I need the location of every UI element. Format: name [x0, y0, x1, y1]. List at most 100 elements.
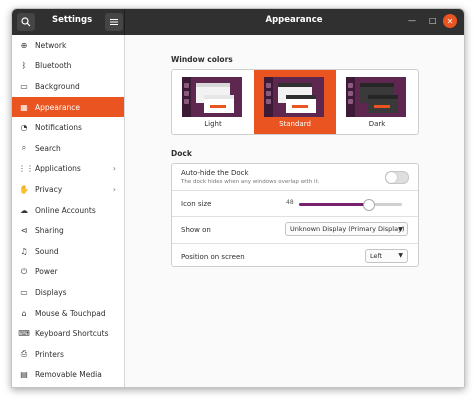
search-button[interactable]	[17, 13, 35, 31]
online-accounts-icon: ☁	[20, 205, 28, 215]
sidebar-item-label: Online Accounts	[35, 205, 96, 215]
sidebar-item-label: Appearance	[35, 102, 81, 112]
printers-icon: ⎙	[20, 349, 28, 359]
slider-fill	[299, 202, 368, 206]
sidebar-item-background[interactable]: ▭ Background	[12, 76, 124, 97]
chevron-right-icon: ›	[112, 184, 116, 194]
sidebar-item-label: Privacy	[35, 184, 63, 194]
window-colors-selector: Light Standard Dark	[171, 69, 419, 135]
sidebar-item-sound[interactable]: ♫ Sound	[12, 241, 124, 262]
background-icon: ▭	[20, 81, 28, 91]
sidebar-item-network[interactable]: ⊕ Network	[12, 35, 124, 56]
sidebar-item-label: Sharing	[35, 226, 64, 236]
bluetooth-icon: ᛒ	[21, 61, 27, 71]
show-on-value: Unknown Display (Primary Display)	[290, 225, 405, 233]
autohide-sublabel: The dock hides when any windows overlap …	[181, 179, 320, 185]
sidebar-item-label: Bluetooth	[35, 61, 72, 71]
appearance-icon: ▦	[20, 102, 28, 112]
privacy-icon: ✋	[19, 184, 29, 194]
sidebar-item-label: Mouse & Touchpad	[35, 308, 106, 318]
sidebar-item-bluetooth[interactable]: ᛒ Bluetooth	[12, 56, 124, 77]
notifications-icon: ◔	[20, 123, 28, 133]
menu-button[interactable]	[105, 13, 123, 31]
sidebar: ⊕ Network ᛒ Bluetooth ▭ Background ▦ Appearance…	[12, 35, 125, 387]
sidebar-item-power[interactable]: ⏻ Power	[12, 262, 124, 283]
theme-label-standard: Standard	[279, 120, 311, 128]
network-icon: ⊕	[20, 40, 28, 50]
search-icon	[21, 17, 31, 27]
maximize-button[interactable]: □	[429, 16, 437, 25]
keyboard-icon: ⌨	[18, 329, 30, 339]
chevron-right-icon: ›	[112, 164, 116, 174]
sidebar-item-label: Applications	[35, 164, 81, 174]
theme-option-standard[interactable]: Standard	[254, 70, 336, 134]
sidebar-item-sharing[interactable]: ⊲ Sharing	[12, 220, 124, 241]
theme-option-dark[interactable]: Dark	[336, 70, 418, 134]
sharing-icon: ⊲	[20, 226, 28, 236]
position-dropdown[interactable]: Left ▼	[365, 248, 408, 263]
sound-icon: ♫	[20, 246, 28, 256]
dock-heading: Dock	[171, 149, 192, 158]
sidebar-item-printers[interactable]: ⎙ Printers	[12, 344, 124, 365]
icon-size-value: 48	[286, 198, 294, 206]
sidebar-item-label: Displays	[35, 287, 67, 297]
sidebar-item-label: Background	[35, 81, 80, 91]
sidebar-item-label: Search	[35, 143, 61, 153]
sidebar-item-label: Removable Media	[35, 370, 102, 380]
autohide-label: Auto-hide the Dock	[181, 169, 249, 177]
sidebar-item-label: Sound	[35, 246, 59, 256]
settings-window: Settings Appearance — □ ✕ ⊕ Network ᛒ Bluet…	[11, 8, 465, 388]
sidebar-item-search[interactable]: ⌕ Search	[12, 138, 124, 159]
dock-settings: Auto-hide the Dock The dock hides when a…	[171, 163, 419, 267]
position-row: Position on screen Left ▼	[172, 244, 418, 270]
light-theme-preview	[182, 77, 242, 117]
show-on-dropdown[interactable]: Unknown Display (Primary Display) ▼	[285, 222, 408, 236]
autohide-row: Auto-hide the Dock The dock hides when a…	[172, 164, 418, 191]
power-icon: ⏻	[20, 266, 28, 276]
icon-size-slider[interactable]	[299, 198, 402, 211]
dropdown-arrow-icon: ▼	[398, 225, 403, 233]
position-value: Left	[370, 251, 383, 260]
show-on-row: Show on Unknown Display (Primary Display…	[172, 217, 418, 244]
sidebar-item-appearance[interactable]: ▦ Appearance	[12, 96, 124, 118]
theme-label-light: Light	[204, 120, 222, 128]
sidebar-item-displays[interactable]: ▭ Displays	[12, 282, 124, 303]
slider-handle[interactable]	[363, 198, 375, 211]
minimize-button[interactable]: —	[408, 16, 416, 25]
sidebar-item-privacy[interactable]: ✋ Privacy ›	[12, 179, 124, 200]
sidebar-item-keyboard-shortcuts[interactable]: ⌨ Keyboard Shortcuts	[12, 323, 124, 344]
dark-theme-preview	[346, 77, 406, 117]
sidebar-item-label: Network	[35, 40, 67, 50]
position-label: Position on screen	[181, 252, 245, 261]
displays-icon: ▭	[20, 287, 28, 297]
autohide-toggle[interactable]	[385, 171, 409, 184]
app-title: Settings	[52, 15, 93, 25]
removable-media-icon: ▤	[20, 370, 28, 380]
sidebar-item-applications[interactable]: ⋮⋮ Applications ›	[12, 159, 124, 180]
sidebar-item-online-accounts[interactable]: ☁ Online Accounts	[12, 200, 124, 221]
sidebar-item-label: Notifications	[35, 123, 82, 133]
mouse-icon: ⌂	[21, 308, 27, 318]
titlebar-left: Settings	[12, 9, 125, 35]
show-on-label: Show on	[181, 226, 211, 234]
close-icon: ✕	[446, 16, 454, 26]
theme-label-dark: Dark	[368, 120, 386, 128]
sidebar-item-notifications[interactable]: ◔ Notifications	[12, 117, 124, 138]
toggle-knob	[386, 172, 397, 183]
applications-icon: ⋮⋮	[18, 164, 34, 174]
title-bar: Settings Appearance — □ ✕	[12, 9, 464, 35]
sidebar-item-label: Printers	[35, 349, 64, 359]
sidebar-item-label: Power	[35, 267, 58, 277]
window-colors-heading: Window colors	[171, 55, 233, 64]
search-icon: ⌕	[21, 143, 27, 153]
sidebar-item-removable-media[interactable]: ▤ Removable Media	[12, 365, 124, 386]
sidebar-item-mouse-touchpad[interactable]: ⌂ Mouse & Touchpad	[12, 303, 124, 324]
appearance-panel: Window colors Light Standard Dark Dock A…	[125, 35, 464, 387]
theme-option-light[interactable]: Light	[172, 70, 254, 134]
sidebar-item-label: Keyboard Shortcuts	[35, 329, 109, 339]
hamburger-menu-icon	[110, 19, 118, 25]
icon-size-label: Icon size	[181, 199, 212, 208]
close-button[interactable]: ✕	[443, 14, 457, 28]
icon-size-row: Icon size 48	[172, 191, 418, 217]
dropdown-arrow-icon: ▼	[398, 252, 403, 259]
